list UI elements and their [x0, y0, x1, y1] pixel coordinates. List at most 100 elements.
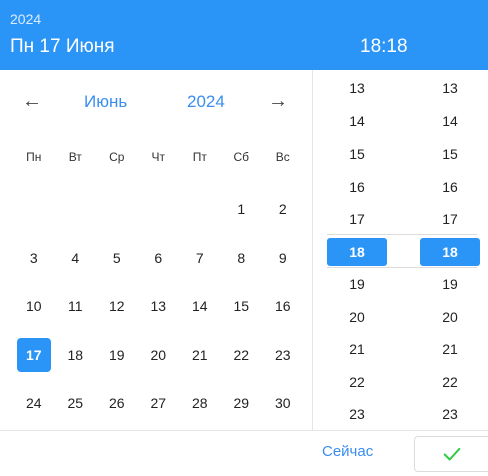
day-empty	[55, 185, 97, 234]
day-cell[interactable]: 14	[179, 282, 221, 331]
day-number: 26	[108, 395, 125, 412]
day-cell[interactable]: 23	[262, 331, 304, 380]
day-number: 16	[274, 298, 291, 315]
hour-selected[interactable]: 18	[327, 238, 387, 266]
arrow-right-icon[interactable]: →	[268, 90, 288, 113]
day-number: 3	[29, 249, 38, 266]
day-cell[interactable]: 3	[13, 234, 55, 283]
day-number: 30	[274, 395, 291, 412]
minute-option[interactable]: 15	[420, 140, 480, 168]
day-cell[interactable]: 15	[221, 282, 263, 331]
now-button[interactable]: Сейчас	[322, 443, 373, 460]
picker-footer: Сейчас	[0, 430, 488, 476]
day-number: 1	[237, 201, 246, 218]
minute-option[interactable]: 21	[420, 335, 480, 363]
calendar-panel: ← Июнь 2024 → Пн Вт Ср Чт Пт Сб Вс 12345…	[0, 70, 312, 430]
confirm-button[interactable]	[414, 436, 488, 472]
day-cell[interactable]: 27	[138, 379, 180, 428]
hour-option[interactable]: 19	[327, 270, 387, 298]
minute-option[interactable]: 19	[420, 270, 480, 298]
hour-option[interactable]: 15	[327, 140, 387, 168]
day-cell[interactable]: 4	[55, 234, 97, 283]
time-panel: 13 14 15 16 17 18 19 20 21 22 23 13 14 15 16 17 18 19 20 2…	[312, 70, 488, 430]
day-cell[interactable]: 29	[221, 379, 263, 428]
day-number: 28	[191, 395, 208, 412]
minute-option[interactable]: 23	[420, 400, 480, 428]
day-number	[100, 192, 134, 226]
arrow-left-icon[interactable]: ←	[22, 90, 42, 113]
day-number: 29	[233, 395, 250, 412]
day-number: 4	[71, 249, 80, 266]
hour-option[interactable]: 16	[327, 173, 387, 201]
day-cell[interactable]: 13	[138, 282, 180, 331]
minute-option[interactable]: 22	[420, 368, 480, 396]
day-cell[interactable]: 5	[96, 234, 138, 283]
day-cell[interactable]: 25	[55, 379, 97, 428]
day-grid: 1 2 3 4 5 6 7 8 9 10 11 12 13 14 15 16 17 18 19 20 21 22 23 24 2…	[13, 185, 303, 428]
hour-option[interactable]: 22	[327, 368, 387, 396]
header-time[interactable]: 18:18	[360, 36, 408, 58]
picker-header: 2024 Пн 17 Июня 18:18	[0, 0, 488, 70]
hour-option[interactable]: 21	[327, 335, 387, 363]
minute-option[interactable]: 14	[420, 107, 480, 135]
day-number: 14	[191, 298, 208, 315]
year-selector[interactable]: 2024	[187, 92, 225, 112]
minute-option[interactable]: 13	[420, 74, 480, 102]
day-number	[17, 192, 51, 226]
day-cell[interactable]: 2	[262, 185, 304, 234]
day-cell[interactable]: 21	[179, 331, 221, 380]
hour-option[interactable]: 14	[327, 107, 387, 135]
hour-option[interactable]: 13	[327, 74, 387, 102]
time-divider	[327, 234, 477, 235]
day-number	[141, 192, 175, 226]
hour-option[interactable]: 20	[327, 303, 387, 331]
day-number: 19	[108, 346, 125, 363]
minute-selected[interactable]: 18	[420, 238, 480, 266]
day-cell[interactable]: 24	[13, 379, 55, 428]
day-cell[interactable]: 8	[221, 234, 263, 283]
time-divider	[327, 267, 477, 268]
day-number: 18	[67, 346, 84, 363]
day-cell[interactable]: 22	[221, 331, 263, 380]
day-number: 10	[25, 298, 42, 315]
hour-option[interactable]: 17	[327, 205, 387, 233]
day-empty	[13, 185, 55, 234]
day-cell[interactable]: 7	[179, 234, 221, 283]
day-cell[interactable]: 6	[138, 234, 180, 283]
day-cell[interactable]: 19	[96, 331, 138, 380]
minute-option[interactable]: 17	[420, 205, 480, 233]
day-cell[interactable]: 10	[13, 282, 55, 331]
day-number: 22	[233, 346, 250, 363]
datetime-picker: 2024 Пн 17 Июня 18:18 ← Июнь 2024 → Пн В…	[0, 0, 488, 476]
day-cell[interactable]: 11	[55, 282, 97, 331]
minute-option[interactable]: 20	[420, 303, 480, 331]
weekday-label: Чт	[151, 150, 166, 164]
day-cell[interactable]: 1	[221, 185, 263, 234]
day-number: 20	[150, 346, 167, 363]
day-cell[interactable]: 9	[262, 234, 304, 283]
weekday-label: Пт	[192, 150, 207, 164]
day-cell[interactable]: 18	[55, 331, 97, 380]
header-date[interactable]: Пн 17 Июня	[10, 36, 115, 58]
day-cell[interactable]: 12	[96, 282, 138, 331]
day-number: 21	[191, 346, 208, 363]
day-number	[58, 192, 92, 226]
day-cell[interactable]: 28	[179, 379, 221, 428]
day-cell[interactable]: 30	[262, 379, 304, 428]
minute-option[interactable]: 16	[420, 173, 480, 201]
day-number: 27	[150, 395, 167, 412]
weekday-label: Вт	[68, 150, 82, 164]
weekday-label: Вс	[275, 150, 290, 164]
hour-option[interactable]: 23	[327, 400, 387, 428]
day-cell[interactable]: 16	[262, 282, 304, 331]
day-cell[interactable]: 26	[96, 379, 138, 428]
day-number: 12	[108, 298, 125, 315]
header-year[interactable]: 2024	[10, 11, 41, 27]
weekday-label: Ср	[109, 150, 125, 164]
weekday-label: Пн	[26, 150, 42, 164]
day-number	[183, 192, 217, 226]
day-number: 13	[150, 298, 167, 315]
month-selector[interactable]: Июнь	[84, 92, 127, 112]
day-cell[interactable]: 20	[138, 331, 180, 380]
day-selected[interactable]: 17	[13, 331, 55, 380]
